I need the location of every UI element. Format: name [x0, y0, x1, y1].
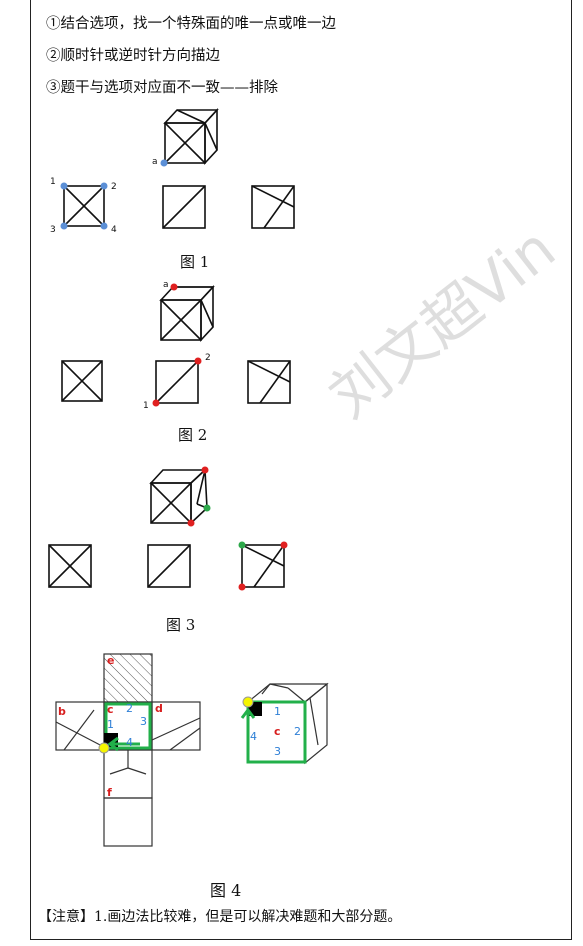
figure-shape: [55, 721, 105, 748]
figure-shape: [127, 767, 147, 775]
figure-shape: [309, 697, 319, 746]
figure-label: 3: [140, 715, 147, 728]
caption-fig4: 图 4: [210, 881, 242, 900]
figure-label: c: [107, 703, 114, 716]
figure-label: b: [58, 705, 66, 718]
figure-4: e b c d f 2 3 1 4 c 1 2 3 4: [55, 653, 329, 847]
figure-label: 1: [274, 705, 281, 718]
figure-label: c: [274, 725, 281, 738]
net-yellow-point: [98, 742, 110, 754]
figure-label: d: [155, 702, 163, 715]
figure-shape: [109, 767, 129, 775]
figure-label: 1: [107, 718, 114, 731]
net-face-bottom: [103, 797, 153, 847]
figure-label: f: [107, 786, 112, 799]
figure-shape: [287, 687, 306, 703]
figure-shape: [169, 727, 201, 751]
figure-shape: [151, 717, 201, 741]
figure-label: 2: [126, 702, 133, 715]
cube4-side: [304, 682, 328, 765]
figure-label: 3: [274, 745, 281, 758]
figure-label: 2: [294, 725, 301, 738]
figure-label: e: [107, 654, 114, 667]
figure-label: 4: [250, 730, 257, 743]
figure-shape: [63, 709, 95, 751]
figure-label: 4: [126, 736, 133, 749]
cube4-yellow-point: [242, 696, 254, 708]
note-text: 【注意】1.画边法比较难，但是可以解决难题和大部分题。: [38, 909, 402, 925]
